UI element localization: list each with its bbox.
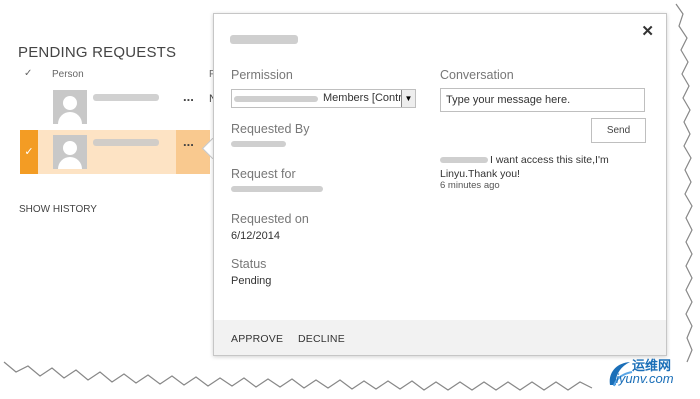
more-options-button[interactable]: ... <box>183 134 194 149</box>
permission-select[interactable]: Members [Contribute] ▼ <box>231 89 416 108</box>
message-timestamp: 6 minutes ago <box>440 180 500 191</box>
request-for-label: Request for <box>231 167 296 181</box>
row-selected-checkmark[interactable]: ✓ <box>20 130 38 174</box>
page-title: PENDING REQUESTS <box>18 44 177 61</box>
request-row-selected[interactable]: ✓ ... <box>20 130 210 174</box>
conversation-message: I want access this site,I'm Linyu.Thank … <box>440 153 630 181</box>
redacted-requested-by <box>231 141 286 147</box>
show-history-link[interactable]: SHOW HISTORY <box>19 204 97 215</box>
close-icon[interactable]: ✕ <box>641 22 654 40</box>
select-all-checkmark[interactable]: ✓ <box>24 68 32 79</box>
status-label: Status <box>231 257 267 271</box>
permission-label: Permission <box>231 68 293 82</box>
status-value: Pending <box>231 275 272 287</box>
message-input[interactable] <box>440 88 645 112</box>
redacted-person-name <box>93 139 159 146</box>
decline-button[interactable]: DECLINE <box>298 333 345 345</box>
redacted-permission-prefix <box>234 96 318 102</box>
requested-by-label: Requested By <box>231 122 310 136</box>
redacted-sender-name <box>440 157 488 164</box>
redacted-person-name <box>93 94 159 101</box>
chevron-down-icon[interactable]: ▼ <box>401 90 415 107</box>
send-button[interactable]: Send <box>591 118 646 143</box>
requested-on-label: Requested on <box>231 212 309 226</box>
approve-button[interactable]: APPROVE <box>231 333 283 345</box>
request-row[interactable]: ... N <box>20 85 217 129</box>
avatar <box>53 90 87 124</box>
avatar <box>53 135 87 169</box>
conversation-label: Conversation <box>440 68 514 82</box>
watermark-en-text: iyunv.com <box>616 371 674 386</box>
requested-on-value: 6/12/2014 <box>231 230 280 242</box>
callout-footer: APPROVE DECLINE <box>214 320 666 355</box>
redacted-request-for <box>231 186 323 192</box>
redacted-callout-title <box>230 35 298 44</box>
request-details-callout: ✕ Permission Members [Contribute] ▼ Requ… <box>213 13 667 356</box>
watermark-logo: 运维网 iyunv.com <box>606 355 694 387</box>
person-column-header[interactable]: Person <box>52 69 84 80</box>
more-options-button[interactable]: ... <box>183 89 194 104</box>
